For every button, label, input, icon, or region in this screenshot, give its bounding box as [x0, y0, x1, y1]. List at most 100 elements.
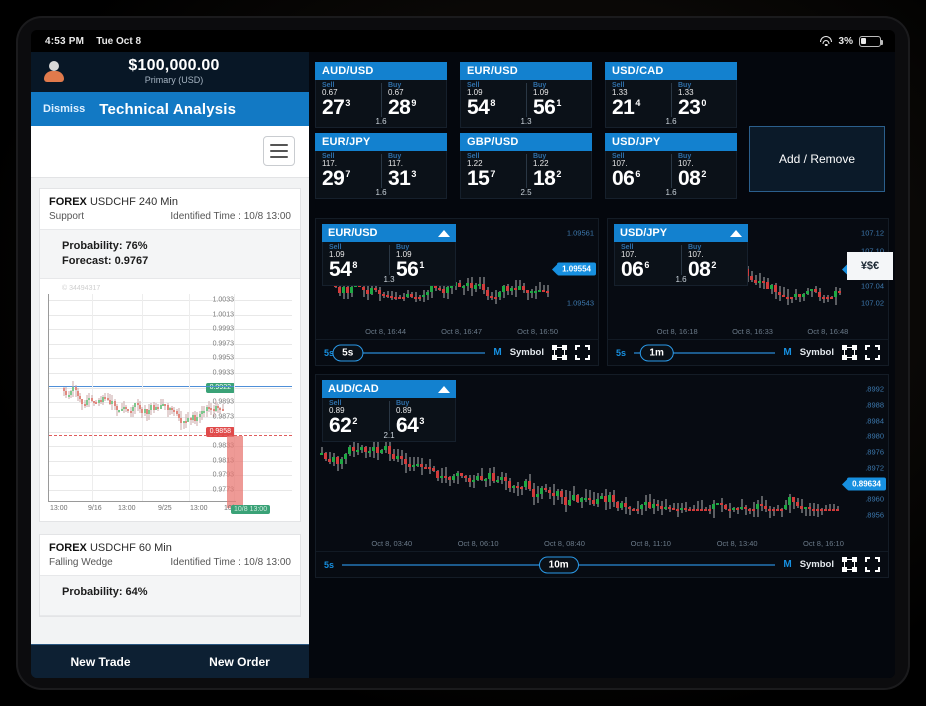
sell-side[interactable]: Sell 107. 066	[615, 242, 680, 285]
new-trade-button[interactable]: New Trade	[31, 655, 170, 669]
new-order-button[interactable]: New Order	[170, 655, 309, 669]
buy-side[interactable]: Buy 1.09 561	[388, 242, 455, 285]
crop-icon[interactable]	[842, 557, 857, 572]
buy-side[interactable]: Buy 1.09 561	[525, 80, 591, 127]
caret-up-icon[interactable]	[438, 385, 450, 393]
sell-side[interactable]: Sell 0.89 622	[323, 398, 388, 441]
quote-tile-aud-usd[interactable]: AUD/USD Sell 0.67 273 Buy 0.67 289 1.6	[315, 62, 447, 128]
candle-body	[818, 292, 821, 297]
chart-header[interactable]: USD/JPY	[614, 224, 748, 242]
quote-tile-header: AUD/USD	[315, 62, 447, 80]
buy-big-digits: 64	[396, 413, 419, 437]
candle-body	[608, 494, 611, 503]
sell-side[interactable]: Sell 1.09 548	[323, 242, 388, 285]
candlestick	[406, 290, 409, 298]
candlestick	[544, 483, 547, 493]
ta-mini-chart[interactable]: © 34494317 1.0033 1.0013 0.9993 0.9973 0.995…	[40, 279, 300, 521]
sell-side[interactable]: Sell 1.33 214	[606, 80, 670, 127]
ta-card[interactable]: FOREX USDCHF 60 Min Falling Wedge Identi…	[39, 534, 301, 617]
chart-header[interactable]: EUR/USD	[322, 224, 456, 242]
quote-tile-usd-jpy[interactable]: USD/JPY Sell 107. 066 Buy 107. 082 1.6	[605, 133, 737, 199]
grid-line	[49, 446, 292, 448]
fullscreen-icon[interactable]	[865, 557, 880, 572]
candle-body	[794, 293, 797, 297]
candlestick	[320, 447, 323, 455]
buy-side[interactable]: Buy 107. 082	[680, 242, 747, 285]
symbol-button[interactable]: Symbol	[800, 347, 834, 358]
candlestick	[572, 486, 575, 501]
fullscreen-icon[interactable]	[575, 345, 590, 360]
candle-body	[544, 488, 547, 491]
buy-side[interactable]: Buy 1.33 230	[670, 80, 736, 127]
chart-pair-label: USD/JPY	[620, 227, 668, 239]
candle-body	[770, 285, 773, 290]
candlestick	[786, 289, 789, 305]
buy-side[interactable]: Buy 1.22 182	[525, 151, 591, 198]
candle-body	[366, 289, 369, 295]
account-bar[interactable]: $100,000.00 Primary (USD)	[31, 52, 309, 92]
candle-body	[444, 475, 447, 478]
timeframe-slider[interactable]: 1m	[634, 344, 776, 361]
buy-side[interactable]: Buy 107. 082	[670, 151, 736, 198]
candle-body	[388, 446, 391, 454]
candle-body	[760, 504, 763, 507]
candle-body	[568, 499, 571, 506]
chart-quote-box[interactable]: Sell 107. 066 Buy 107. 082 1.6	[614, 242, 748, 286]
dismiss-button[interactable]: Dismiss	[43, 103, 85, 115]
page-title: Technical Analysis	[99, 100, 237, 118]
chart-quote-box[interactable]: Sell 1.09 548 Buy 1.09 561 1.3	[322, 242, 456, 286]
timeframe-slider[interactable]: 10m	[342, 556, 776, 573]
ta-market-label: FOREX	[49, 196, 87, 208]
candlestick	[514, 280, 517, 297]
quote-tile-usd-cad[interactable]: USD/CAD Sell 1.33 214 Buy 1.33 230 1.6	[605, 62, 737, 128]
buy-side[interactable]: Buy 0.89 643	[388, 398, 455, 441]
chart-panel-usd-jpy[interactable]: 107.12107.10107.06107.04107.02107.074Oct…	[607, 218, 889, 366]
caret-up-icon[interactable]	[730, 229, 742, 237]
fullscreen-icon[interactable]	[865, 345, 880, 360]
buy-big-digits: 28	[388, 95, 411, 119]
grid-line	[141, 294, 143, 501]
buy-side[interactable]: Buy 0.67 289	[380, 80, 446, 127]
candlestick	[490, 291, 493, 300]
crop-icon[interactable]	[552, 345, 567, 360]
symbol-button[interactable]: Symbol	[800, 559, 834, 570]
caret-up-icon[interactable]	[438, 229, 450, 237]
sell-side[interactable]: Sell 0.67 273	[316, 80, 380, 127]
sell-side[interactable]: Sell 117. 297	[316, 151, 380, 198]
chart-header[interactable]: AUD/CAD	[322, 380, 456, 398]
candlestick	[778, 286, 781, 301]
candle-body	[704, 508, 707, 511]
hamburger-menu-icon[interactable]	[263, 136, 295, 166]
chart-panel-eur-usd[interactable]: 1.095611.095491.095431.09554Oct 8, 16:44…	[315, 218, 599, 366]
crop-icon[interactable]	[842, 345, 857, 360]
timeframe-slider[interactable]: 5s	[332, 344, 486, 361]
buy-side[interactable]: Buy 117. 313	[380, 151, 446, 198]
candlestick	[376, 439, 379, 461]
candle-body	[478, 283, 481, 286]
add-remove-button[interactable]: Add / Remove	[749, 126, 885, 192]
candle-body	[440, 475, 443, 479]
quote-tile-eur-jpy[interactable]: EUR/JPY Sell 117. 297 Buy 117. 313 1.6	[315, 133, 447, 199]
candle-body	[604, 496, 607, 503]
ipad-device-frame: 4:53 PM Tue Oct 8 3% $100,000.00 Primary…	[0, 0, 926, 706]
quote-tile-eur-usd[interactable]: EUR/USD Sell 1.09 548 Buy 1.09 561 1.3	[460, 62, 592, 128]
candle-body	[556, 490, 559, 497]
timeframe-slider-handle[interactable]: 10m	[538, 556, 579, 573]
ta-card[interactable]: FOREX USDCHF 240 Min Support Identified …	[39, 188, 301, 522]
sell-side[interactable]: Sell 1.22 157	[461, 151, 525, 198]
quote-tile-gbp-usd[interactable]: GBP/USD Sell 1.22 157 Buy 1.22 182 2.5	[460, 133, 592, 199]
candlestick	[836, 505, 839, 511]
chart-panel-aud-cad[interactable]: .8992.8988.8984.8980.8976.8972.8968.8960…	[315, 374, 889, 578]
timeframe-slider-handle[interactable]: 5s	[332, 344, 364, 361]
sell-side[interactable]: Sell 107. 066	[606, 151, 670, 198]
chart-quote-box[interactable]: Sell 0.89 622 Buy 0.89 643 2.1	[322, 398, 456, 442]
timeframe-slider-handle[interactable]: 1m	[639, 344, 674, 361]
buy-pipette: 0	[701, 97, 706, 108]
candle-body	[716, 503, 719, 506]
sell-side[interactable]: Sell 1.09 548	[461, 80, 525, 127]
currency-overlay-badge[interactable]: ¥$€	[847, 252, 893, 280]
candlestick	[352, 441, 355, 457]
candlestick	[506, 284, 509, 295]
symbol-button[interactable]: Symbol	[510, 347, 544, 358]
candle-body	[410, 294, 413, 297]
